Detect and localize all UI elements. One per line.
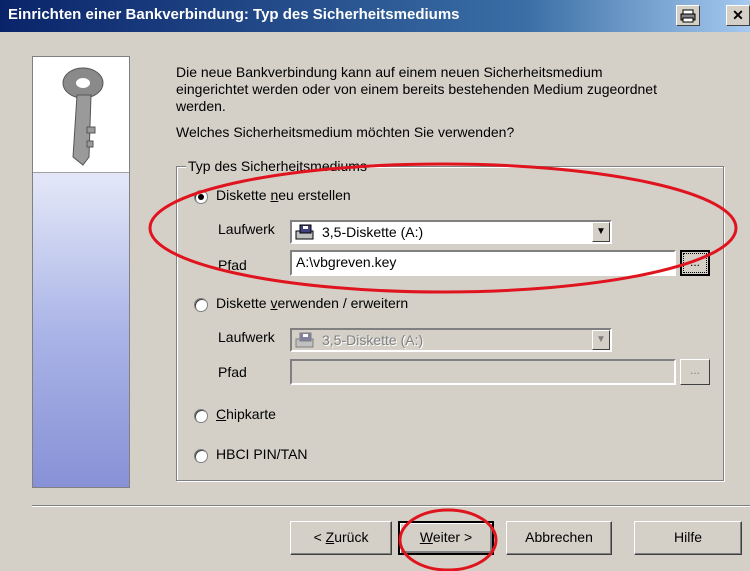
pfad-input[interactable]: A:\vbgreven.key [290,250,676,276]
key-icon [33,57,129,173]
chevron-down-icon: ▼ [592,330,610,350]
floppy-drive-icon [295,224,314,240]
pfad-label: Pfad [218,257,247,273]
laufwerk-select[interactable]: 3,5-Diskette (A:) ▼ [290,220,612,244]
laufwerk-value: 3,5-Diskette (A:) [322,332,424,348]
print-icon[interactable] [676,5,700,26]
intro-line: eingerichtet werden oder von einem berei… [176,81,657,97]
intro-line: Die neue Bankverbindung kann auf einem n… [176,64,603,80]
intro-line: werden. [176,98,226,114]
browse-button-disabled: ... [680,359,710,385]
security-medium-group [176,166,724,481]
pfad-label: Pfad [218,364,247,380]
laufwerk-label: Laufwerk [218,329,275,345]
title-bar: Einrichten einer Bankverbindung: Typ des… [0,0,750,32]
radio-use-diskette-label[interactable]: Diskette verwenden / erweitern [216,295,408,311]
radio-chipkarte-label[interactable]: Chipkarte [216,406,276,422]
window-title: Einrichten einer Bankverbindung: Typ des… [8,6,460,23]
group-legend: Typ des Sicherheitsmediums [186,158,369,174]
radio-chipkarte[interactable] [194,409,208,423]
back-button[interactable]: < Zurück [290,521,392,555]
laufwerk-label: Laufwerk [218,221,275,237]
help-button[interactable]: Hilfe [634,521,742,555]
cancel-button[interactable]: Abbrechen [506,521,612,555]
radio-new-diskette-label[interactable]: Diskette neu erstellen [216,187,351,203]
laufwerk-select-disabled: 3,5-Diskette (A:) ▼ [290,328,612,352]
pfad-input-disabled [290,359,676,385]
intro-text: Die neue Bankverbindung kann auf einem n… [176,64,716,115]
divider [32,505,750,507]
chevron-down-icon[interactable]: ▼ [592,222,610,242]
floppy-drive-icon [295,332,314,348]
laufwerk-value: 3,5-Diskette (A:) [322,224,424,240]
next-button[interactable]: Weiter > [398,521,494,555]
radio-hbci-pin-tan[interactable] [194,449,208,463]
question-text: Welches Sicherheitsmedium möchten Sie ve… [176,124,515,140]
radio-use-diskette[interactable] [194,298,208,312]
browse-button[interactable]: ... [680,250,710,276]
close-icon[interactable]: ✕ [726,5,750,26]
radio-hbci-pin-tan-label[interactable]: HBCI PIN/TAN [216,446,308,462]
wizard-side-image [32,56,130,488]
radio-new-diskette[interactable] [194,190,208,204]
